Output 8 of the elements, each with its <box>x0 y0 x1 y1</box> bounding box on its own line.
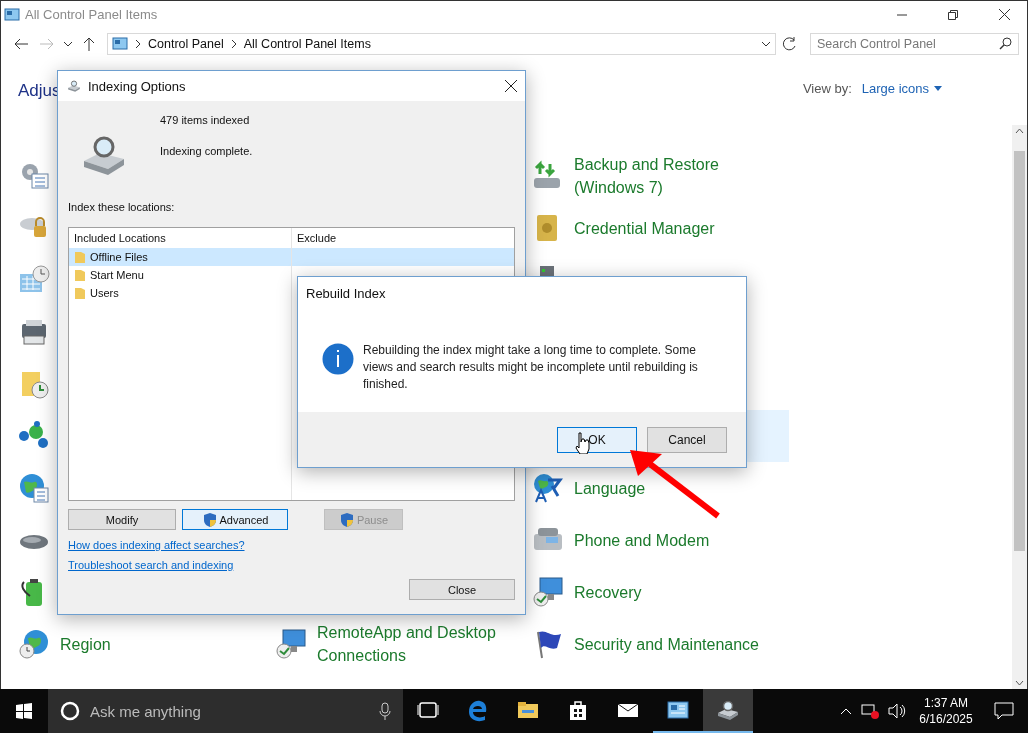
view-by-label: View by: <box>802 81 852 96</box>
dialog-title: Indexing Options <box>88 78 187 94</box>
dialog-title: Rebuild Index <box>306 285 387 301</box>
section-label: Index these locations: <box>68 201 176 213</box>
indexing-status: Indexing complete. <box>160 145 253 157</box>
window-title: All Control Panel Items <box>25 7 159 22</box>
items-indexed-count: 479 items indexed <box>160 114 251 126</box>
dialog-message: Rebuilding the index might take a long time to complete. Some views and search results might be incomplete until rebuilding is finished. <box>363 342 699 393</box>
